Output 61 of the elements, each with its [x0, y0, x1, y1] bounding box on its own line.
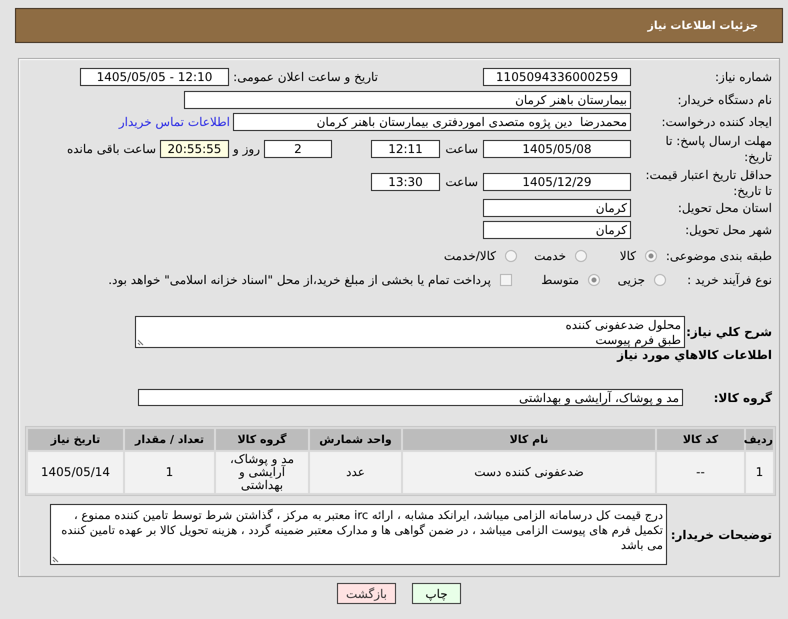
field-label: نوع فرآیند خرید : — [686, 273, 772, 287]
remaining-time-field: 20:55:55 — [160, 140, 229, 158]
resize-grip-icon[interactable] — [137, 338, 145, 346]
column-header: ردیف — [746, 429, 773, 450]
table-cell: 1 — [746, 452, 773, 493]
days-label: روز و — [233, 142, 260, 156]
time-label: ساعت — [444, 142, 479, 156]
field-label: شرح کلي نياز: — [688, 325, 772, 339]
process-radio[interactable]: جزیی — [600, 273, 666, 287]
column-header: نام کالا — [403, 429, 655, 450]
category-radio[interactable]: کالا — [587, 249, 657, 263]
field-label: استان محل تحویل: — [676, 201, 772, 215]
process-radio[interactable]: متوسط — [534, 273, 600, 287]
table-cell: -- — [657, 452, 744, 493]
table-cell: مد و پوشاک، آرایشی و بهداشتی — [216, 452, 308, 493]
column-header: کد کالا — [657, 429, 744, 450]
days-field: 2 — [264, 140, 332, 158]
goods-group-field: مد و پوشاک، آرایشی و بهداشتی — [138, 389, 683, 406]
table-cell: عدد — [310, 452, 401, 493]
province-field: کرمان — [483, 199, 631, 217]
remaining-label: ساعت باقی مانده — [66, 142, 156, 156]
requester-field: محمدرضا دین پژوه متصدی اموردفتری بیمارستان باهنر کرمان — [233, 113, 631, 131]
table-cell: ضدعفونی کننده دست — [403, 452, 655, 493]
buyer-org-field: بیمارستان باهنر کرمان — [184, 91, 631, 109]
category-radio[interactable]: خدمت — [517, 249, 587, 263]
validity-time-field: 13:30 — [371, 173, 440, 191]
notes-textarea[interactable] — [50, 504, 667, 565]
category-radio[interactable]: کالا/خدمت — [444, 249, 517, 263]
deadline-time-field: 12:11 — [371, 140, 440, 158]
treasury-checkbox[interactable]: پرداخت تمام یا بخشی از مبلغ خرید،از محل "اسناد خزانه اسلامی" خواهد بود. — [108, 273, 512, 287]
resize-grip-icon[interactable] — [52, 555, 60, 563]
table-cell: 1 — [125, 452, 214, 493]
field-label: تاریخ و ساعت اعلان عمومی: — [232, 70, 378, 84]
description-textarea[interactable]: محلول ضدعفونی کننده طبق فرم پیوست — [135, 316, 685, 348]
field-label: حداقل تاریخ اعتبار قیمت: تا تاریخ: — [644, 167, 772, 199]
action-button[interactable]: بازگشت — [337, 583, 396, 604]
deadline-date-field: 1405/05/08 — [483, 140, 631, 158]
need-number-field: 1105094336000259 — [483, 68, 631, 86]
announce-date-field: 1405/05/05 - 12:10 — [80, 68, 229, 86]
page-title: جزئیات اطلاعات نیاز — [648, 19, 758, 32]
column-header: تاریخ نیاز — [28, 429, 123, 450]
field-label: شماره نیاز: — [714, 70, 772, 84]
time-label: ساعت — [444, 175, 479, 189]
column-header: گروه کالا — [216, 429, 308, 450]
field-label: نام دستگاه خریدار: — [676, 93, 772, 107]
field-label: شهر محل تحویل: — [684, 223, 772, 237]
city-field: کرمان — [483, 221, 631, 239]
column-header: تعداد / مقدار — [125, 429, 214, 450]
table-cell: 1405/05/14 — [28, 452, 123, 493]
field-label: گروه کالا: — [712, 390, 772, 404]
validity-date-field: 1405/12/29 — [483, 173, 631, 191]
section-title: اطلاعات کالاهاي مورد نياز — [616, 348, 772, 362]
notes-text: درج قیمت کل درسامانه الزامی میباشد، ایرانکد مشابه ، ارائه irc معتبر به مرکز ، گذاشتن شرط توسط تامین کننده ممنوع ، تکمیل فرم های پیوست الزامی میباشد ، در ضمن گواهی ها و مدارک معتبر ضمینه گردد ، هزینه تحویل کالا بر عهده تامین کننده می باشد — [60, 508, 663, 553]
action-button[interactable]: چاپ — [412, 583, 461, 604]
field-label: طبقه بندی موضوعی: — [664, 249, 772, 263]
description-text: محلول ضدعفونی کننده طبق فرم پیوست — [564, 318, 681, 348]
field-label: مهلت ارسال پاسخ: تا تاریخ: — [664, 133, 772, 165]
field-label: ایجاد کننده درخواست: — [660, 115, 772, 129]
column-header: واحد شمارش — [310, 429, 401, 450]
buyer-contact-link[interactable]: اطلاعات تماس خریدار — [118, 115, 230, 129]
field-label: توضیحات خریدار: — [670, 528, 772, 542]
